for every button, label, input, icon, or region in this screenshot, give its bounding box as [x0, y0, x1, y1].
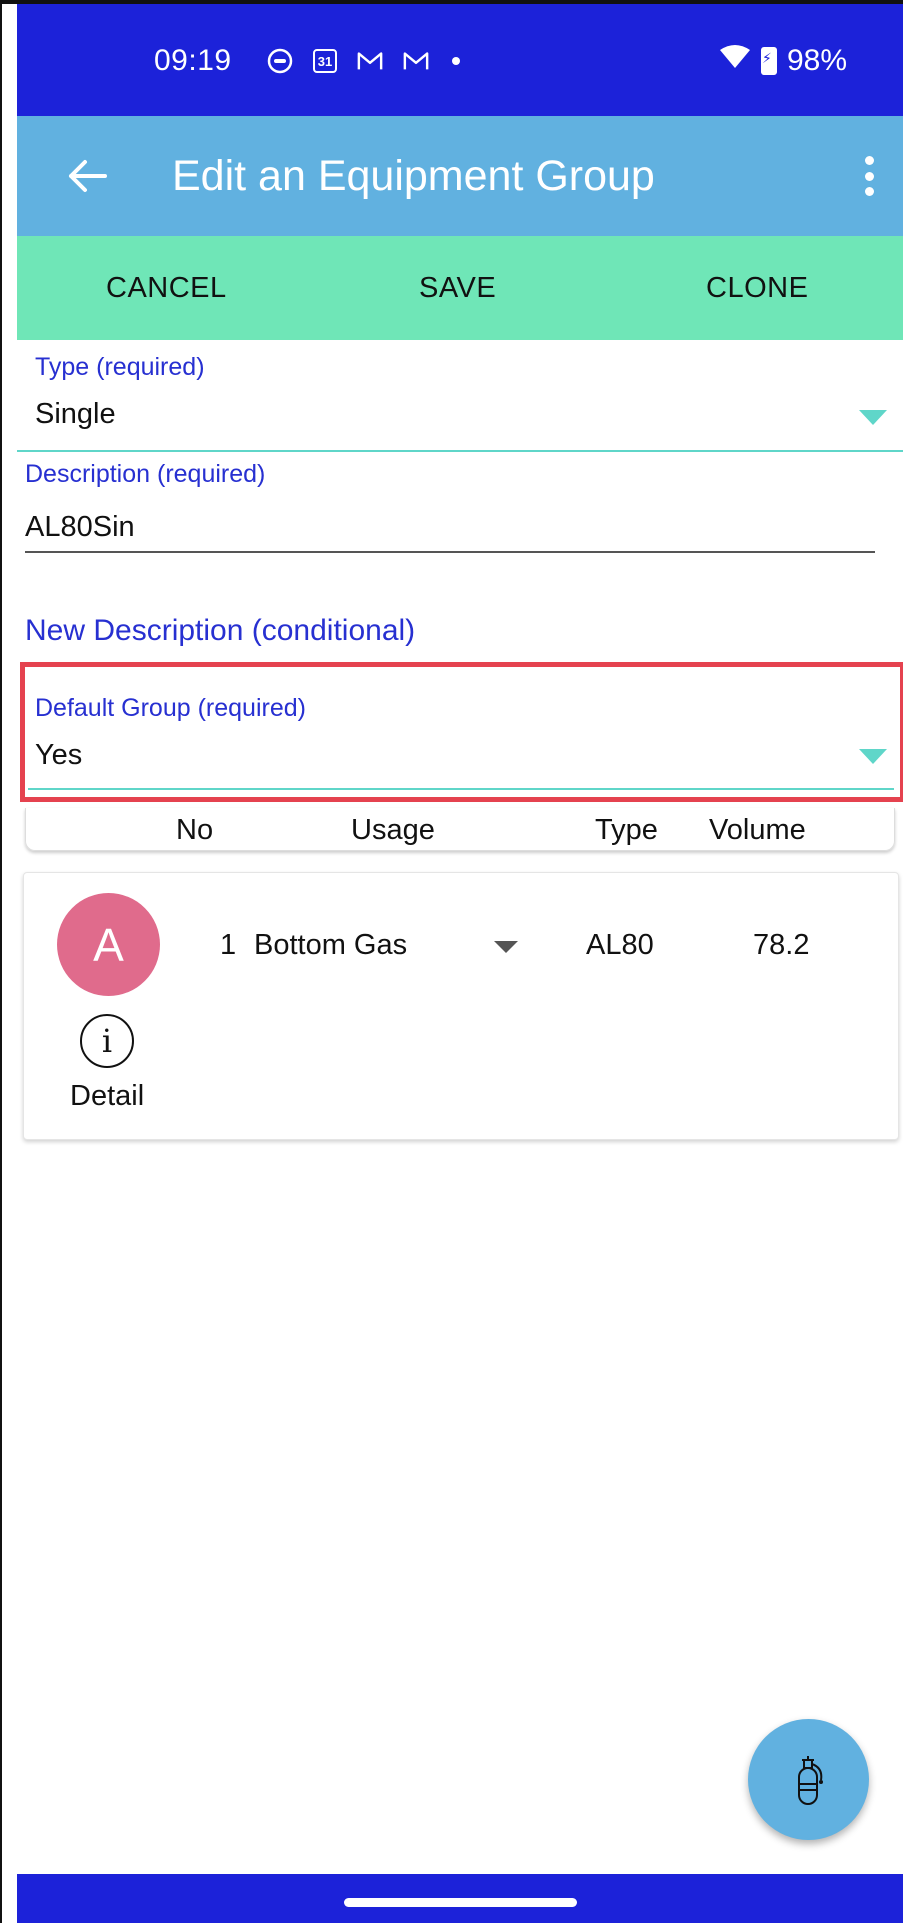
type-label: Type (required) [35, 353, 205, 381]
status-time: 09:19 [154, 44, 232, 77]
row-no: 1 [220, 929, 237, 961]
type-value[interactable]: Single [35, 398, 116, 431]
row-type: AL80 [586, 929, 654, 961]
battery-percent: 98% [786, 44, 847, 77]
gmail-icon [357, 48, 383, 74]
scuba-tank-icon [797, 1755, 823, 1805]
home-gesture-handle[interactable] [344, 1898, 577, 1907]
row-volume: 78.2 [753, 929, 810, 961]
table-header: No Usage Type Volume [25, 808, 895, 851]
default-group-label: Default Group (required) [35, 694, 306, 722]
dot-icon [449, 48, 463, 74]
frame-left-border [0, 0, 2, 1923]
save-button[interactable]: SAVE [419, 272, 496, 305]
more-vert-icon[interactable] [859, 156, 879, 196]
default-group-highlight [20, 662, 903, 802]
avatar[interactable]: A [57, 893, 160, 996]
info-icon[interactable]: i [80, 1014, 134, 1068]
header-type: Type [595, 814, 658, 846]
calendar-icon: 31 [313, 49, 337, 73]
battery-charging-icon [760, 47, 777, 75]
row-usage[interactable]: Bottom Gas [254, 929, 407, 962]
type-dropdown-arrow-icon[interactable] [859, 410, 887, 425]
status-notification-icons: 31 [267, 48, 463, 74]
description-input[interactable]: AL80Sin [25, 511, 135, 544]
default-group-value[interactable]: Yes [35, 739, 82, 772]
default-group-dropdown-arrow-icon[interactable] [859, 749, 887, 764]
table-row: A i Detail 1 Bottom Gas AL80 78.2 [23, 872, 899, 1140]
action-bar: CANCEL SAVE CLONE [17, 236, 903, 340]
back-arrow-icon[interactable] [57, 146, 117, 206]
description-label: Description (required) [25, 460, 266, 488]
usage-dropdown-arrow-icon[interactable] [494, 941, 518, 953]
app-bar: Edit an Equipment Group [17, 116, 903, 236]
add-tank-fab[interactable] [748, 1719, 869, 1840]
header-volume: Volume [709, 814, 806, 846]
header-usage: Usage [351, 814, 435, 846]
page-title: Edit an Equipment Group [172, 152, 655, 200]
description-underline [25, 551, 875, 553]
face-icon [267, 48, 293, 74]
default-group-underline [28, 788, 894, 790]
status-right-group: 98% [719, 44, 847, 78]
gmail-icon [403, 48, 429, 74]
detail-label[interactable]: Detail [70, 1080, 144, 1113]
type-underline [17, 450, 903, 452]
header-no: No [176, 814, 214, 846]
system-nav-bar [17, 1874, 903, 1923]
clone-button[interactable]: CLONE [706, 272, 808, 305]
cancel-button[interactable]: CANCEL [106, 272, 227, 305]
new-description-label[interactable]: New Description (conditional) [25, 614, 415, 648]
status-bar: 09:19 31 98% [17, 4, 903, 116]
wifi-icon [719, 44, 751, 78]
